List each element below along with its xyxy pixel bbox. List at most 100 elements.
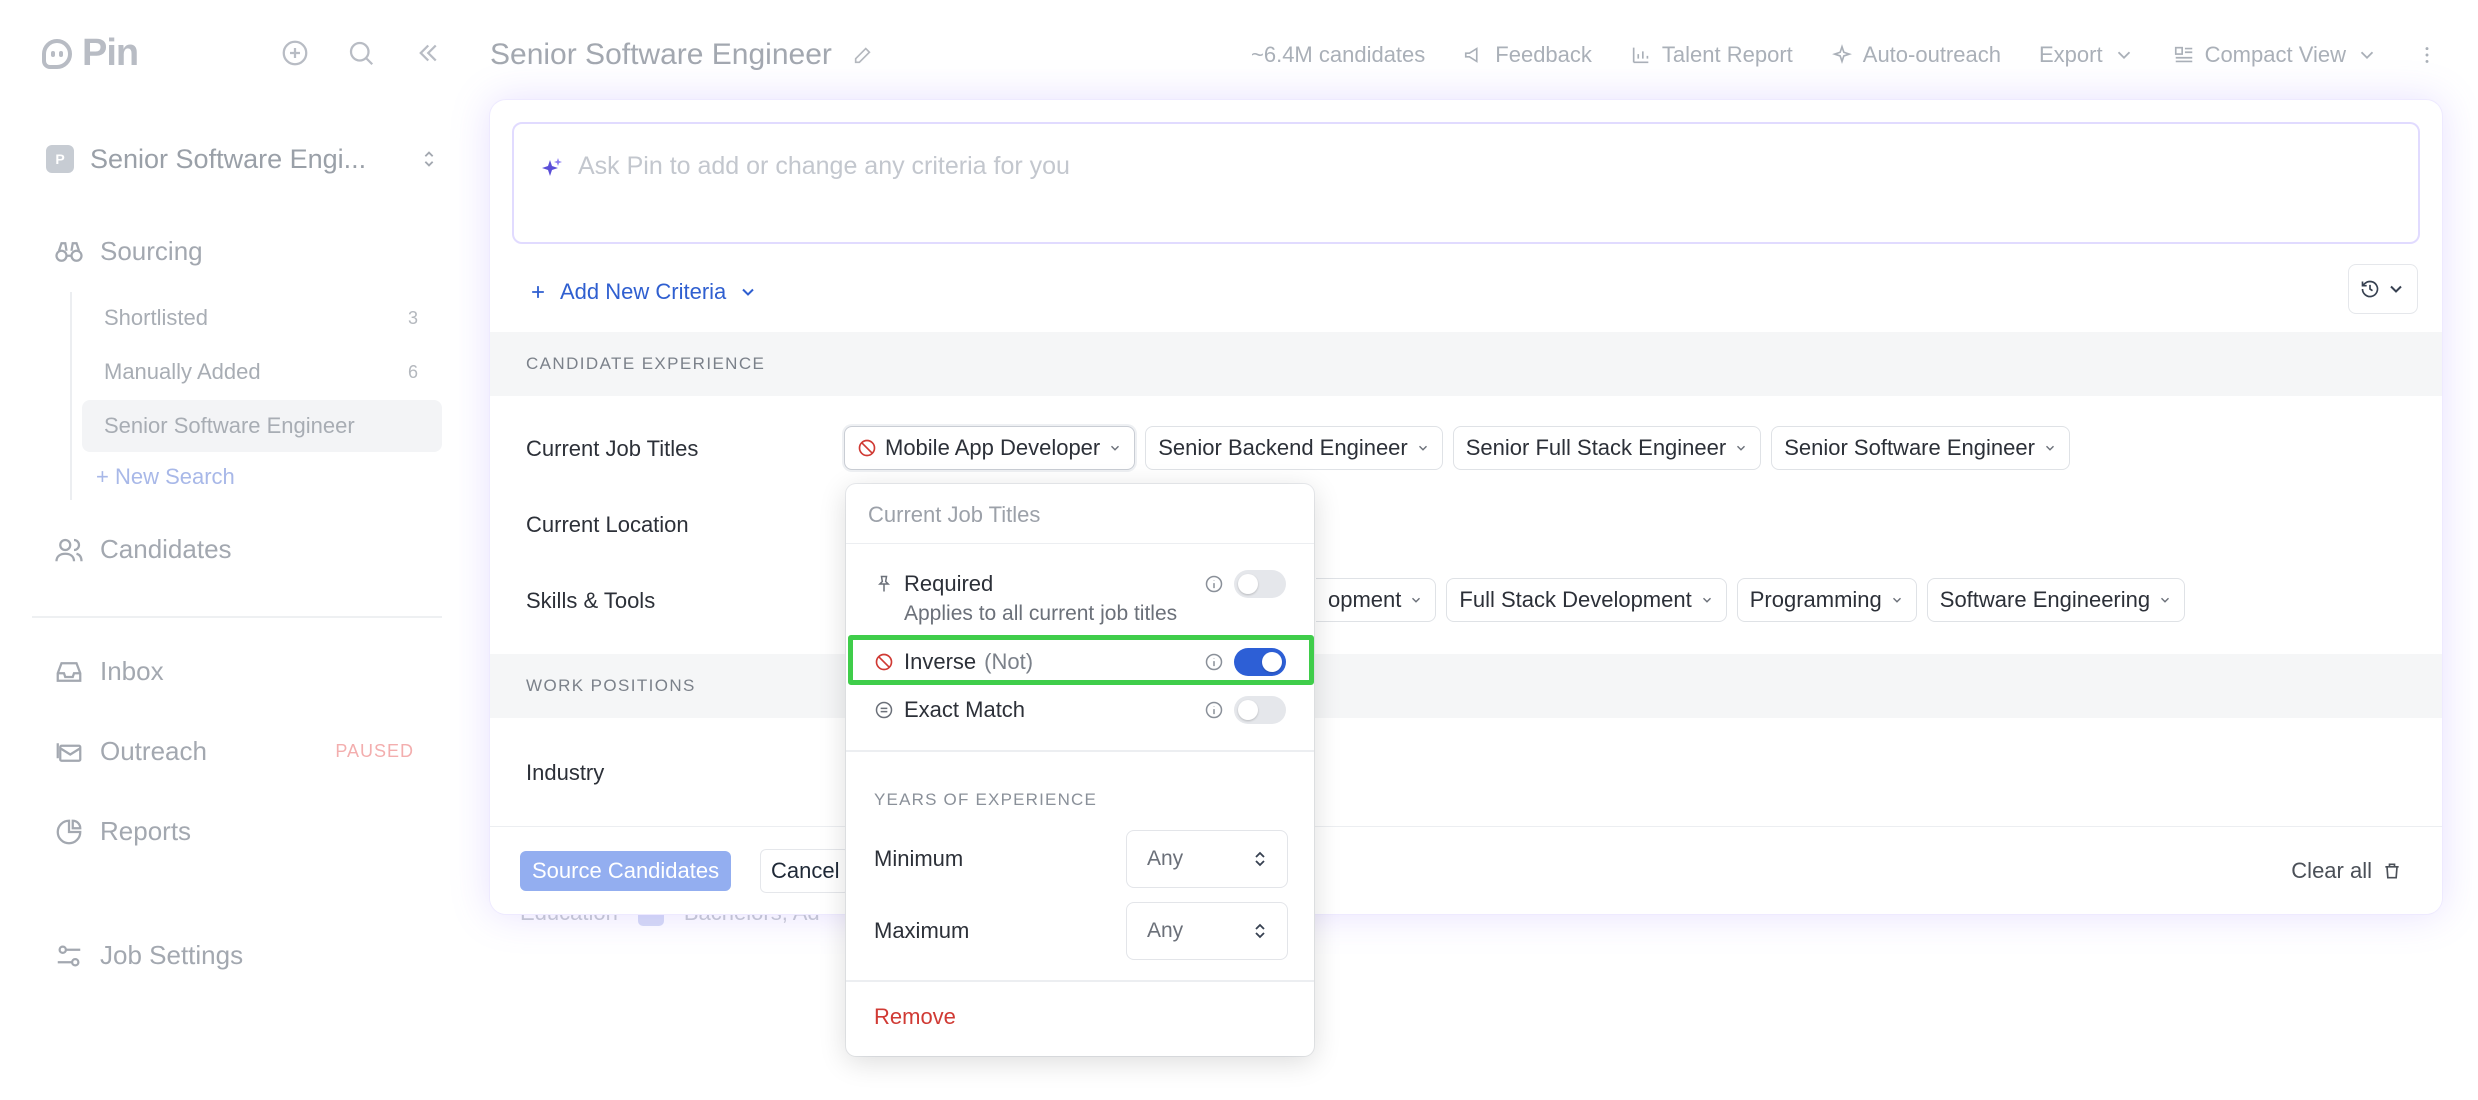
option-required[interactable]: Required bbox=[846, 566, 1314, 602]
clear-all-label: Clear all bbox=[2291, 858, 2372, 883]
sidebar-divider bbox=[32, 616, 442, 618]
auto-outreach-button[interactable]: Auto-outreach bbox=[1831, 42, 2001, 68]
history-icon bbox=[2361, 280, 2379, 298]
option-exact-match-label: Exact Match bbox=[904, 697, 1026, 722]
option-inverse[interactable]: Inverse (Not) bbox=[846, 644, 1314, 680]
app-logo[interactable]: Pin bbox=[42, 32, 139, 75]
sidebar-tools bbox=[280, 38, 442, 68]
chip-programming[interactable]: Programming bbox=[1736, 578, 1917, 622]
info-icon[interactable] bbox=[1204, 652, 1224, 672]
info-icon[interactable] bbox=[1204, 700, 1224, 720]
megaphone-icon bbox=[1465, 47, 1478, 63]
sparkle-icon bbox=[1831, 44, 1852, 65]
talent-report-button[interactable]: Talent Report bbox=[1630, 42, 1793, 68]
option-inverse-label: Inverse bbox=[904, 649, 977, 674]
export-label: Export bbox=[2038, 42, 2103, 67]
sparkle-icon bbox=[542, 158, 562, 176]
current-location-label: Current Location bbox=[526, 512, 689, 537]
add-circle-icon[interactable] bbox=[280, 38, 310, 68]
search-icon[interactable] bbox=[346, 38, 376, 68]
nav-candidates[interactable]: Candidates bbox=[54, 534, 232, 565]
chip-senior-full-stack-engineer[interactable]: Senior Full Stack Engineer bbox=[1452, 426, 1762, 470]
remove-criteria-button[interactable]: Remove bbox=[874, 1004, 956, 1030]
layout-grid-icon bbox=[2174, 46, 2192, 63]
compact-view-dropdown[interactable]: Compact View bbox=[2173, 42, 2378, 68]
chip-label: Mobile App Developer bbox=[885, 435, 1101, 460]
project-name: Senior Software Engi... bbox=[90, 143, 367, 174]
pie-chart-icon bbox=[56, 819, 82, 844]
source-candidates-button[interactable]: Source Candidates bbox=[520, 851, 732, 891]
candidate-count: ~6.4M candidates bbox=[1251, 42, 1426, 67]
sidebar-item-senior-software-engineer[interactable]: Senior Software Engineer bbox=[82, 400, 442, 452]
pin-logo-icon bbox=[42, 38, 72, 69]
chip-label: Senior Full Stack Engineer bbox=[1465, 435, 1727, 460]
chip-skill-development[interactable]: opment bbox=[1316, 578, 1437, 622]
criteria-panel: Ask Pin to add or change any criteria fo… bbox=[490, 100, 2442, 914]
chip-mobile-app-developer[interactable]: Mobile App Developer bbox=[844, 426, 1136, 470]
feedback-label: Feedback bbox=[1495, 42, 1592, 67]
chevron-down-icon bbox=[2117, 51, 2130, 60]
current-job-titles-label: Current Job Titles bbox=[526, 436, 699, 461]
chip-senior-software-engineer[interactable]: Senior Software Engineer bbox=[1771, 426, 2070, 470]
cancel-button[interactable]: Cancel bbox=[760, 849, 851, 893]
sidebar-item-label: Shortlisted bbox=[104, 305, 208, 330]
chevron-down-icon bbox=[1418, 445, 1427, 451]
chevron-down-icon bbox=[2161, 597, 2170, 603]
nav-job-settings[interactable]: Job Settings bbox=[54, 940, 243, 971]
nav-reports-label: Reports bbox=[100, 816, 192, 846]
chip-software-engineering[interactable]: Software Engineering bbox=[1926, 578, 2186, 622]
chevron-down-icon bbox=[2360, 51, 2374, 60]
skills-tools-label: Skills & Tools bbox=[526, 588, 656, 613]
sourcing-sublist: Shortlisted 3 Manually Added 6 Senior So… bbox=[70, 292, 442, 500]
chevron-down-icon bbox=[2045, 445, 2054, 451]
pin-icon bbox=[878, 575, 890, 592]
sidebar-item-manually-added[interactable]: Manually Added 6 bbox=[82, 346, 442, 398]
required-toggle[interactable] bbox=[1234, 570, 1286, 598]
nav-outreach[interactable]: Outreach PAUSED bbox=[54, 736, 414, 767]
edit-pencil-icon[interactable] bbox=[852, 44, 874, 66]
more-vertical-icon[interactable] bbox=[2416, 44, 2438, 66]
sidebar-item-shortlisted[interactable]: Shortlisted 3 bbox=[82, 292, 442, 344]
nav-candidates-label: Candidates bbox=[100, 534, 232, 564]
option-inverse-suffix: (Not) bbox=[984, 649, 1034, 674]
chevron-down-icon bbox=[742, 288, 754, 296]
ban-icon bbox=[858, 439, 876, 457]
compact-view-label: Compact View bbox=[2204, 42, 2346, 67]
top-actions: ~6.4M candidates Feedback Talent Report … bbox=[1251, 30, 2438, 80]
info-icon[interactable] bbox=[1204, 574, 1224, 594]
export-dropdown[interactable]: Export bbox=[2039, 42, 2135, 68]
maximum-select[interactable]: Any bbox=[1126, 902, 1288, 960]
chip-label: Programming bbox=[1749, 587, 1882, 612]
nav-outreach-label: Outreach bbox=[100, 736, 207, 766]
collapse-sidebar-icon[interactable] bbox=[412, 38, 442, 68]
nav-reports[interactable]: Reports bbox=[54, 816, 191, 847]
add-new-criteria-button[interactable]: Add New Criteria bbox=[520, 270, 766, 314]
chevron-down-icon bbox=[1111, 445, 1120, 451]
inverse-toggle[interactable] bbox=[1234, 648, 1286, 676]
option-exact-match[interactable]: Exact Match bbox=[846, 692, 1314, 728]
nav-inbox[interactable]: Inbox bbox=[54, 656, 164, 687]
ask-pin-input[interactable]: Ask Pin to add or change any criteria fo… bbox=[512, 122, 2420, 244]
new-search-link[interactable]: + New Search bbox=[72, 454, 442, 500]
top-bar: Senior Software Engineer ~6.4M candidate… bbox=[490, 30, 2478, 80]
ban-icon bbox=[875, 653, 893, 671]
exact-match-toggle[interactable] bbox=[1234, 696, 1286, 724]
feedback-button[interactable]: Feedback bbox=[1463, 42, 1592, 68]
clear-all-button[interactable]: Clear all bbox=[2291, 851, 2402, 891]
maximum-value: Any bbox=[1147, 919, 1184, 942]
chip-full-stack-development[interactable]: Full Stack Development bbox=[1446, 578, 1727, 622]
bar-chart-icon bbox=[1632, 47, 1649, 64]
minimum-row: Minimum Any bbox=[874, 830, 1288, 888]
users-icon bbox=[55, 538, 83, 561]
chevron-down-icon bbox=[2390, 285, 2402, 293]
project-switcher[interactable]: P Senior Software Engi... bbox=[46, 134, 440, 184]
nav-sourcing[interactable]: Sourcing bbox=[54, 236, 203, 267]
nav-inbox-label: Inbox bbox=[100, 656, 164, 686]
history-button[interactable] bbox=[2348, 264, 2418, 314]
chip-label: opment bbox=[1328, 587, 1402, 612]
chip-senior-backend-engineer[interactable]: Senior Backend Engineer bbox=[1145, 426, 1443, 470]
page-title-text: Senior Software Engineer bbox=[490, 38, 832, 71]
chip-label: Full Stack Development bbox=[1459, 587, 1692, 612]
status-badge: PAUSED bbox=[335, 741, 414, 761]
minimum-select[interactable]: Any bbox=[1126, 830, 1288, 888]
